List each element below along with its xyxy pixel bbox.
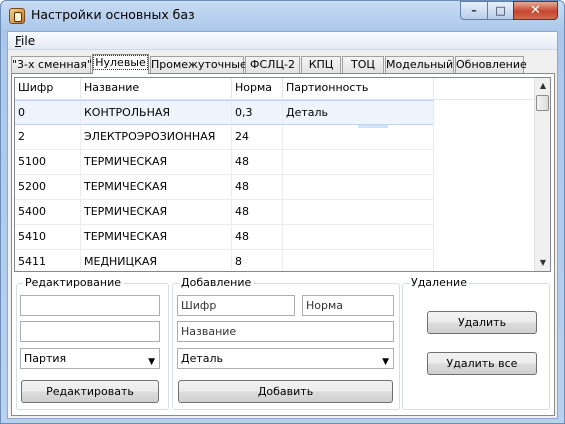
delete-all-button[interactable]: Удалить все: [427, 352, 537, 375]
table-row[interactable]: 0 КОНТРОЛЬНАЯ 0,3 Деталь: [15, 100, 537, 125]
cell-norm[interactable]: 48: [232, 150, 283, 175]
cell-batch[interactable]: [283, 150, 434, 175]
cell-name[interactable]: ТЕРМИЧЕСКАЯ: [81, 200, 232, 225]
chevron-down-icon: ▼: [382, 357, 389, 367]
menu-file-label: ile: [21, 34, 36, 48]
cell-batch[interactable]: [283, 200, 434, 225]
grid-header: Шифр Название Норма Партионность: [15, 78, 537, 100]
add-code-field[interactable]: Шифр: [177, 295, 295, 316]
add-norm-field[interactable]: Норма: [302, 295, 394, 316]
cell-name[interactable]: КОНТРОЛЬНАЯ: [81, 100, 232, 125]
tab-label: "3-х сменная": [12, 58, 92, 71]
data-grid[interactable]: Шифр Название Норма Партионность 0 КОНТР…: [14, 77, 551, 272]
tab-3-shift[interactable]: "3-х сменная": [11, 56, 92, 73]
cell-code[interactable]: 5410: [15, 225, 81, 250]
table-row[interactable]: 2 ЭЛЕКТРОЭРОЗИОННАЯ 24: [15, 125, 537, 150]
cell-code[interactable]: 2: [15, 125, 81, 150]
vertical-scrollbar[interactable]: ▲ ▼: [534, 78, 550, 271]
delete-group: Удаление Удалить Удалить все: [402, 276, 550, 410]
cell-code[interactable]: 5400: [15, 200, 81, 225]
tab-fslc2[interactable]: ФСЛЦ-2: [245, 56, 300, 73]
scroll-up-icon[interactable]: ▲: [535, 78, 550, 94]
tab-label: Промежуточные: [151, 58, 247, 71]
add-button[interactable]: Добавить: [178, 380, 393, 403]
cell-name[interactable]: ТЕРМИЧЕСКАЯ: [81, 225, 232, 250]
add-combo-value: Деталь: [181, 352, 224, 365]
tab-zero[interactable]: Нулевые: [92, 54, 149, 74]
cell-name[interactable]: МЕДНИЦКАЯ: [81, 250, 232, 271]
window-title: Настройки основных баз: [31, 7, 195, 22]
add-group: Добавление Шифр Норма Название Деталь ▼ …: [172, 276, 400, 410]
window-controls: – □ ✕: [460, 1, 558, 21]
column-header-name[interactable]: Название: [81, 78, 232, 99]
cell-norm[interactable]: 48: [232, 200, 283, 225]
tab-label: Нулевые: [93, 55, 148, 70]
tab-model[interactable]: Модельный: [385, 56, 454, 73]
cell-batch[interactable]: Деталь: [283, 100, 434, 125]
cell-norm[interactable]: 48: [232, 225, 283, 250]
table-row[interactable]: 5410 ТЕРМИЧЕСКАЯ 48: [15, 225, 537, 250]
tab-label: ТОЦ: [351, 58, 375, 71]
add-group-title: Добавление: [179, 276, 254, 289]
edit-batch-combo[interactable]: Партия ▼: [20, 348, 160, 369]
column-header-code[interactable]: Шифр: [15, 78, 81, 99]
cell-code[interactable]: 5200: [15, 175, 81, 200]
add-name-field[interactable]: Название: [177, 321, 394, 342]
tab-kpc[interactable]: КПЦ: [301, 56, 341, 73]
cell-batch[interactable]: [283, 250, 434, 271]
menu-file[interactable]: File: [15, 34, 35, 48]
edit-group-title: Редактирование: [23, 276, 123, 289]
table-row[interactable]: 5400 ТЕРМИЧЕСКАЯ 48: [15, 200, 537, 225]
edit-group: Редактирование Партия ▼ Редактировать: [16, 276, 169, 410]
cell-batch[interactable]: [283, 175, 434, 200]
scroll-thumb[interactable]: [536, 95, 549, 111]
edit-combo-value: Партия: [24, 352, 67, 365]
title-bar[interactable]: Настройки основных баз – □ ✕: [1, 1, 564, 31]
tab-update[interactable]: Обновление: [455, 56, 527, 73]
delete-button[interactable]: Удалить: [427, 311, 537, 334]
tab-strip: "3-х сменная" Нулевые Промежуточные ФСЛЦ…: [11, 54, 556, 74]
menu-bar: File: [8, 32, 557, 50]
cell-batch[interactable]: [283, 125, 434, 150]
table-row[interactable]: 5100 ТЕРМИЧЕСКАЯ 48: [15, 150, 537, 175]
chevron-down-icon: ▼: [148, 357, 155, 367]
main-window: Настройки основных баз – □ ✕ File "3-х с…: [0, 0, 565, 424]
cell-name[interactable]: ЭЛЕКТРОЭРОЗИОННАЯ: [81, 125, 232, 150]
cell-norm[interactable]: 24: [232, 125, 283, 150]
tab-label: Обновление: [456, 58, 527, 71]
edit-field-2[interactable]: [20, 321, 160, 342]
cell-norm[interactable]: 0,3: [232, 100, 283, 125]
table-row[interactable]: 5200 ТЕРМИЧЕСКАЯ 48: [15, 175, 537, 200]
tab-intermediate[interactable]: Промежуточные: [150, 56, 247, 73]
cell-name[interactable]: ТЕРМИЧЕСКАЯ: [81, 175, 232, 200]
tab-label: ФСЛЦ-2: [250, 58, 295, 71]
table-row[interactable]: 5411 МЕДНИЦКАЯ 8: [15, 250, 537, 271]
edit-field-1[interactable]: [20, 295, 160, 316]
edit-button[interactable]: Редактировать: [21, 380, 159, 403]
cell-norm[interactable]: 8: [232, 250, 283, 271]
tab-panel: Шифр Название Норма Партионность 0 КОНТР…: [11, 73, 555, 416]
delete-group-title: Удаление: [409, 276, 469, 289]
close-button[interactable]: ✕: [513, 1, 558, 20]
client-area: File "3-х сменная" Нулевые Промежуточные…: [7, 31, 558, 419]
cell-norm[interactable]: 48: [232, 175, 283, 200]
minimize-button[interactable]: –: [460, 1, 487, 20]
column-header-norm[interactable]: Норма: [232, 78, 283, 99]
cell-batch[interactable]: [283, 225, 434, 250]
cell-code[interactable]: 0: [15, 100, 81, 125]
maximize-button[interactable]: □: [487, 1, 513, 20]
app-icon: [9, 8, 25, 24]
cell-name[interactable]: ТЕРМИЧЕСКАЯ: [81, 150, 232, 175]
tab-toc[interactable]: ТОЦ: [342, 56, 384, 73]
column-header-batch[interactable]: Партионность: [283, 78, 434, 99]
tab-label: Модельный: [386, 58, 454, 71]
cell-code[interactable]: 5100: [15, 150, 81, 175]
scroll-down-icon[interactable]: ▼: [535, 255, 550, 271]
tab-label: КПЦ: [308, 58, 334, 71]
add-batch-combo[interactable]: Деталь ▼: [177, 348, 394, 369]
cell-code[interactable]: 5411: [15, 250, 81, 271]
